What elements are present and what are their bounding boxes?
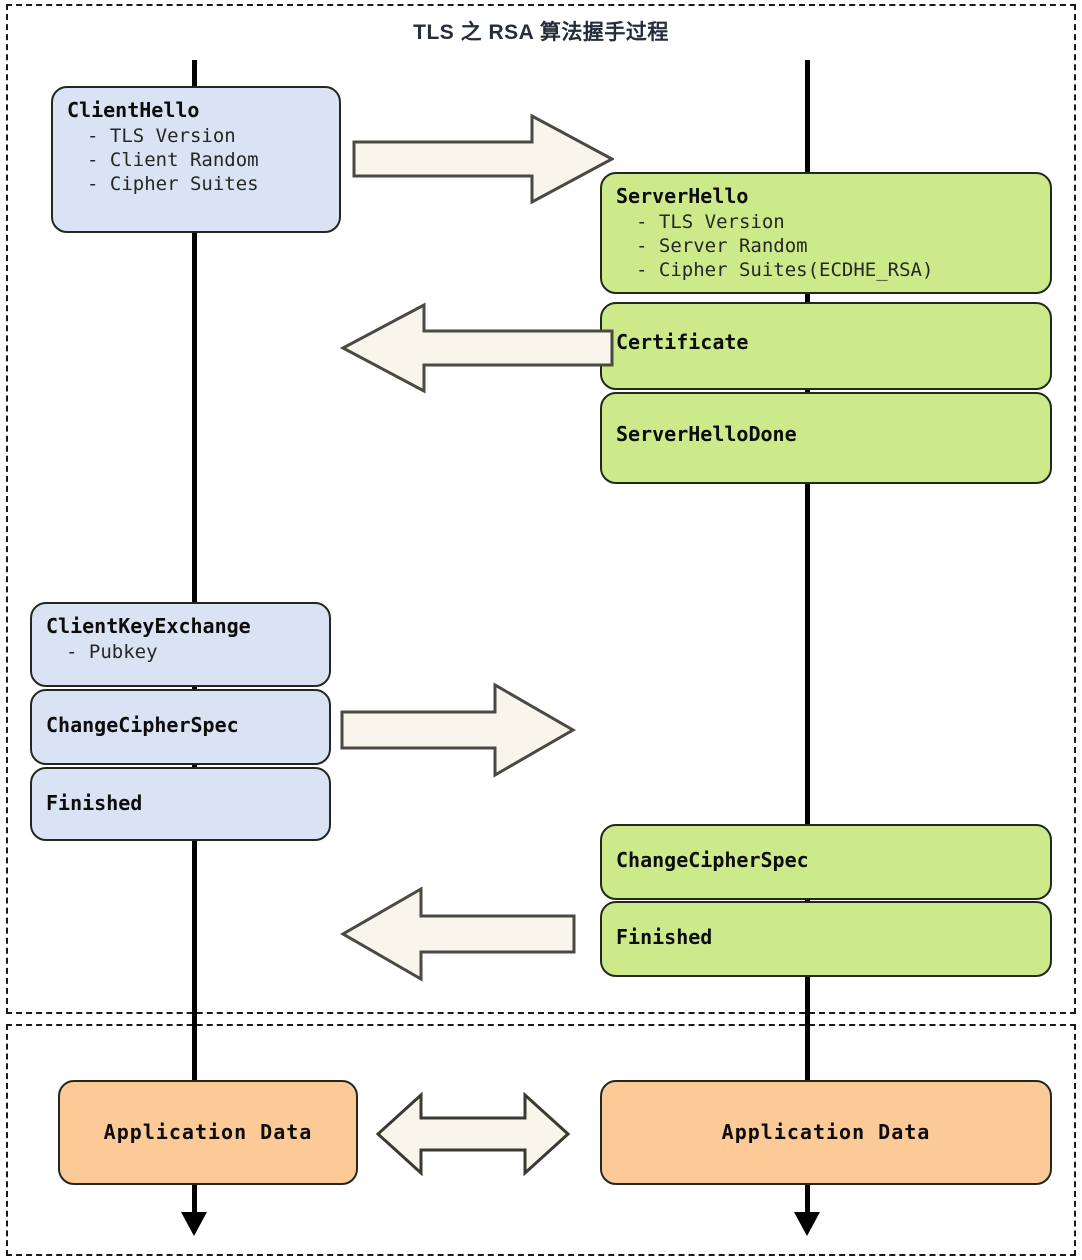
message-box-server-change-cipher-spec[interactable]: ChangeCipherSpec xyxy=(600,824,1052,900)
client-lifeline-arrowhead-icon xyxy=(181,1212,207,1236)
tls-handshake-diagram: TLS 之 RSA 算法握手过程 ClientHello - TLS Versi… xyxy=(0,0,1082,1260)
client-key-exchange-arrow-icon xyxy=(340,682,576,778)
message-bullet: - Pubkey xyxy=(66,640,158,663)
application-data-arrow-icon xyxy=(375,1092,571,1176)
message-title: ServerHelloDone xyxy=(616,422,797,446)
server-hello-arrow-icon xyxy=(340,302,614,394)
message-box-certificate[interactable]: Certificate xyxy=(600,302,1052,390)
message-bullet: - Cipher Suites xyxy=(87,173,259,196)
message-bullet: - Client Random xyxy=(87,148,259,171)
server-finished-arrow-icon xyxy=(340,886,576,982)
message-title: Application Data xyxy=(103,1119,313,1144)
message-bullet: - Cipher Suites(ECDHE_RSA) xyxy=(636,259,934,282)
message-box-application-data-server[interactable]: Application Data xyxy=(600,1080,1052,1185)
message-bullet: - TLS Version xyxy=(87,124,236,147)
message-box-application-data-client[interactable]: Application Data xyxy=(58,1080,358,1185)
message-box-server-hello[interactable]: ServerHello - TLS Version - Server Rando… xyxy=(600,172,1052,294)
message-title: ChangeCipherSpec xyxy=(46,713,239,737)
server-lifeline-arrowhead-icon xyxy=(794,1212,820,1236)
message-title: Finished xyxy=(616,925,713,949)
message-box-client-hello[interactable]: ClientHello - TLS Version - Client Rando… xyxy=(51,86,341,233)
message-title: Finished xyxy=(46,791,143,815)
message-title: ClientHello xyxy=(67,98,200,122)
client-hello-arrow-icon xyxy=(352,113,614,205)
message-box-server-finished[interactable]: Finished xyxy=(600,901,1052,977)
message-box-client-change-cipher-spec[interactable]: ChangeCipherSpec xyxy=(30,689,331,765)
message-title: ChangeCipherSpec xyxy=(616,848,809,872)
message-title: Application Data xyxy=(721,1119,931,1144)
message-bullet: - TLS Version xyxy=(636,210,785,233)
message-box-client-key-exchange[interactable]: ClientKeyExchange - Pubkey xyxy=(30,602,331,687)
message-box-client-finished[interactable]: Finished xyxy=(30,767,331,841)
message-box-server-hello-done[interactable]: ServerHelloDone xyxy=(600,392,1052,484)
message-bullet: - Server Random xyxy=(636,234,808,257)
message-title: Certificate xyxy=(616,330,749,354)
message-title: ClientKeyExchange xyxy=(46,614,251,638)
message-title: ServerHello xyxy=(616,184,749,208)
page-title: TLS 之 RSA 算法握手过程 xyxy=(413,21,669,44)
